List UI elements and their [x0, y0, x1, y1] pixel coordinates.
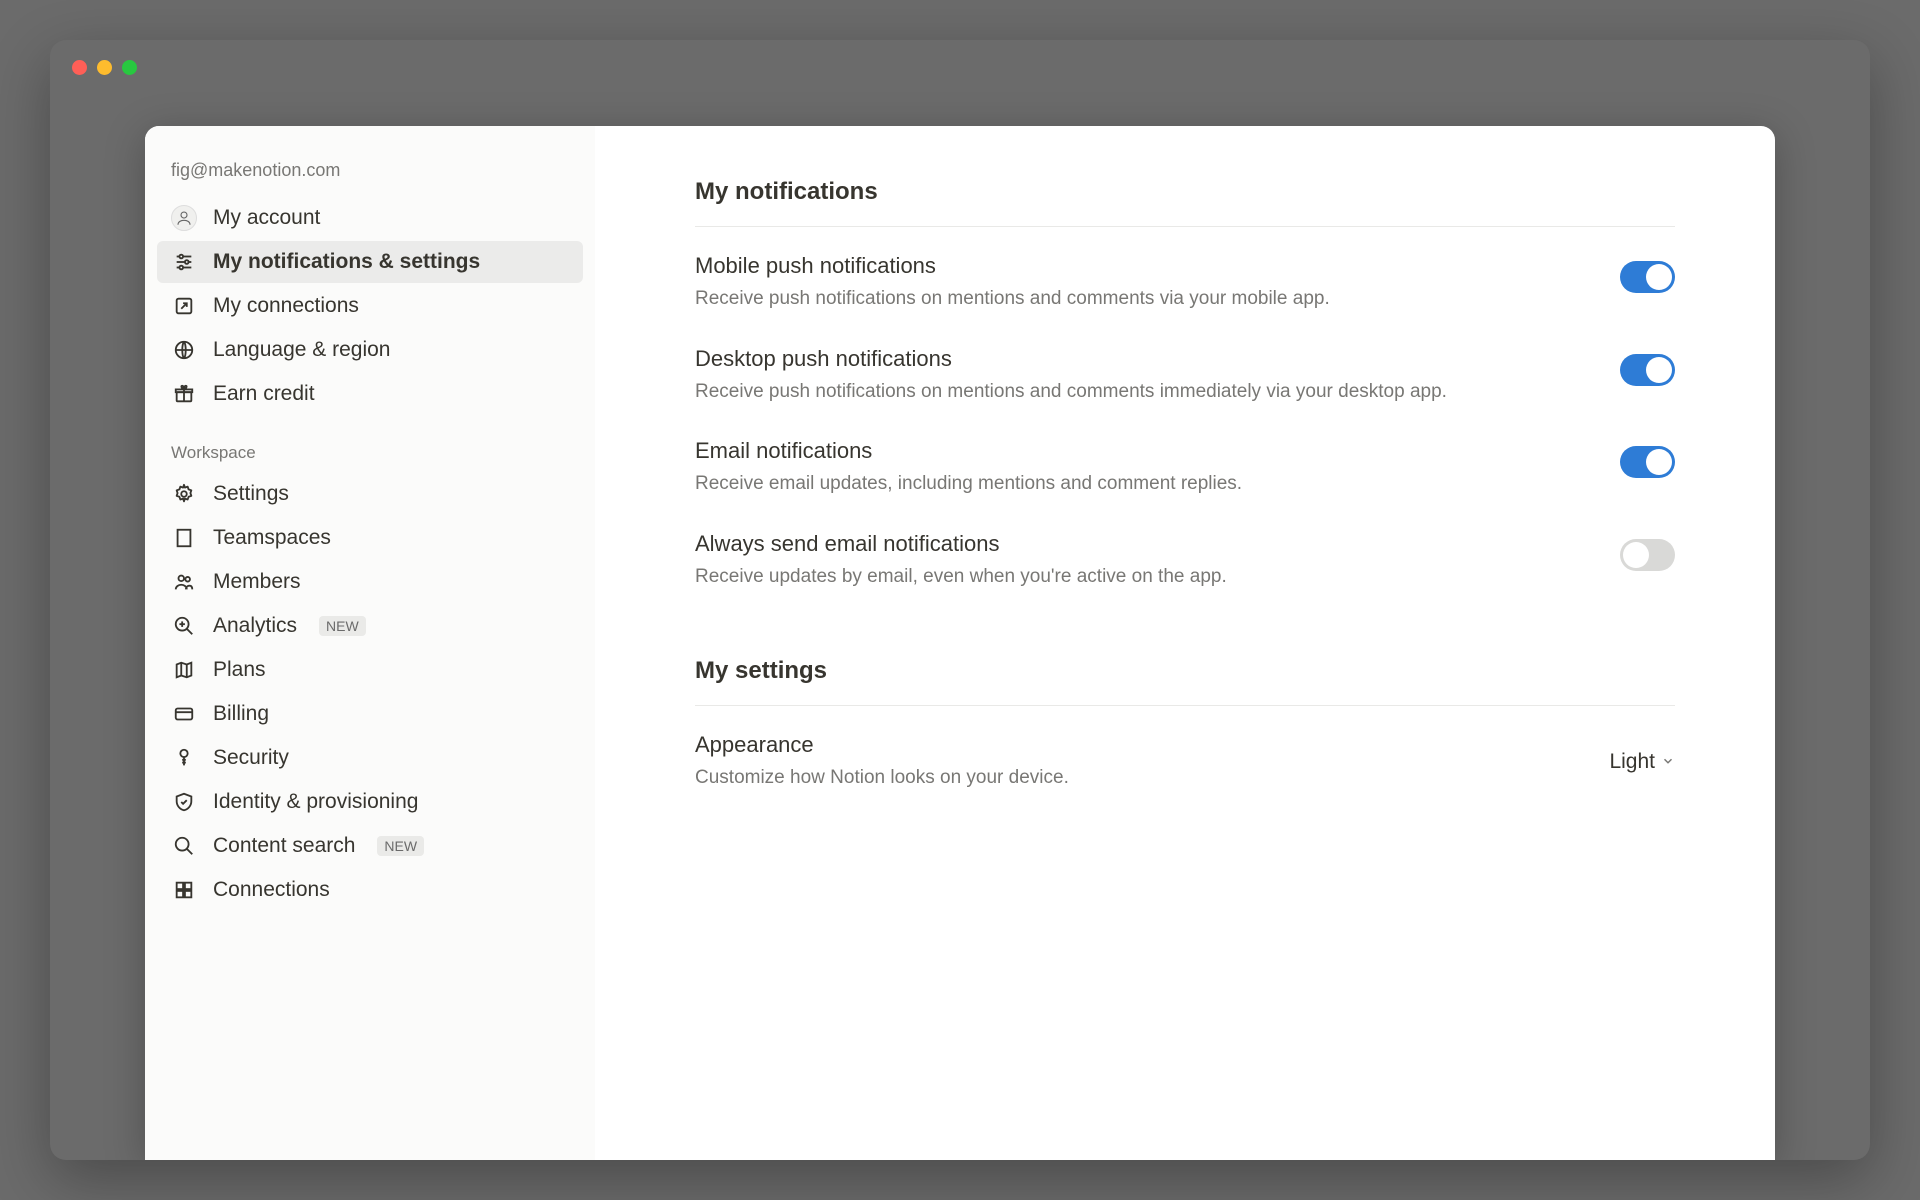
minimize-window-button[interactable] [97, 60, 112, 75]
setting-mobile-push: Mobile push notifications Receive push n… [695, 227, 1675, 320]
sidebar-item-label: Content search [213, 834, 355, 858]
sidebar-item-label: Analytics [213, 614, 297, 638]
maximize-window-button[interactable] [122, 60, 137, 75]
setting-description: Receive email updates, including mention… [695, 470, 1580, 499]
sidebar-item-label: My connections [213, 294, 359, 318]
toggle-always-email[interactable] [1620, 539, 1675, 571]
setting-label: Desktop push notifications [695, 346, 1580, 372]
sidebar-item-my-connections[interactable]: My connections [157, 285, 583, 327]
sidebar-item-teamspaces[interactable]: Teamspaces [157, 517, 583, 559]
sidebar-item-label: Settings [213, 482, 289, 506]
appearance-dropdown[interactable]: Light [1609, 750, 1675, 774]
sidebar-item-identity-provisioning[interactable]: Identity & provisioning [157, 781, 583, 823]
setting-email-notifications: Email notifications Receive email update… [695, 412, 1675, 505]
magnify-plus-icon [171, 613, 197, 639]
sidebar-item-plans[interactable]: Plans [157, 649, 583, 691]
close-window-button[interactable] [72, 60, 87, 75]
sidebar-item-label: Earn credit [213, 382, 315, 406]
setting-description: Receive push notifications on mentions a… [695, 378, 1580, 407]
setting-desktop-push: Desktop push notifications Receive push … [695, 320, 1675, 413]
toggle-email-notifications[interactable] [1620, 446, 1675, 478]
sidebar-item-label: My account [213, 206, 320, 230]
setting-always-email: Always send email notifications Receive … [695, 505, 1675, 598]
settings-modal: fig@makenotion.com My account My notific… [145, 126, 1775, 1160]
sidebar-item-content-search[interactable]: Content search NEW [157, 825, 583, 867]
users-icon [171, 569, 197, 595]
gear-icon [171, 481, 197, 507]
settings-sidebar: fig@makenotion.com My account My notific… [145, 126, 595, 1160]
toggle-desktop-push[interactable] [1620, 354, 1675, 386]
sidebar-item-label: Identity & provisioning [213, 790, 418, 814]
sidebar-item-label: My notifications & settings [213, 250, 480, 274]
sidebar-item-label: Security [213, 746, 289, 770]
sidebar-item-security[interactable]: Security [157, 737, 583, 779]
sidebar-item-label: Billing [213, 702, 269, 726]
setting-appearance: Appearance Customize how Notion looks on… [695, 706, 1675, 799]
avatar-icon [171, 205, 197, 231]
shield-check-icon [171, 789, 197, 815]
setting-description: Customize how Notion looks on your devic… [695, 764, 1569, 793]
setting-label: Appearance [695, 732, 1569, 758]
sidebar-item-analytics[interactable]: Analytics NEW [157, 605, 583, 647]
sidebar-email: fig@makenotion.com [157, 154, 583, 197]
sliders-icon [171, 249, 197, 275]
sidebar-item-notifications-settings[interactable]: My notifications & settings [157, 241, 583, 283]
sidebar-item-members[interactable]: Members [157, 561, 583, 603]
notifications-section-title: My notifications [695, 178, 1675, 227]
sidebar-item-label: Teamspaces [213, 526, 331, 550]
setting-description: Receive updates by email, even when you'… [695, 563, 1580, 592]
appearance-value: Light [1609, 750, 1655, 774]
sidebar-item-label: Members [213, 570, 301, 594]
sidebar-item-billing[interactable]: Billing [157, 693, 583, 735]
credit-card-icon [171, 701, 197, 727]
grid-icon [171, 877, 197, 903]
sidebar-workspace-header: Workspace [157, 417, 583, 473]
key-icon [171, 745, 197, 771]
new-badge: NEW [377, 836, 424, 856]
setting-label: Mobile push notifications [695, 253, 1580, 279]
sidebar-item-earn-credit[interactable]: Earn credit [157, 373, 583, 415]
settings-section-title: My settings [695, 657, 1675, 706]
map-icon [171, 657, 197, 683]
gift-icon [171, 381, 197, 407]
sidebar-item-label: Language & region [213, 338, 391, 362]
setting-description: Receive push notifications on mentions a… [695, 285, 1580, 314]
sidebar-item-settings[interactable]: Settings [157, 473, 583, 515]
sidebar-item-connections[interactable]: Connections [157, 869, 583, 911]
chevron-down-icon [1661, 750, 1675, 774]
settings-content: My notifications Mobile push notificatio… [595, 126, 1775, 1160]
sidebar-item-my-account[interactable]: My account [157, 197, 583, 239]
sidebar-item-language-region[interactable]: Language & region [157, 329, 583, 371]
new-badge: NEW [319, 616, 366, 636]
app-window: fig@makenotion.com My account My notific… [50, 40, 1870, 1160]
search-icon [171, 833, 197, 859]
sidebar-item-label: Plans [213, 658, 266, 682]
toggle-mobile-push[interactable] [1620, 261, 1675, 293]
external-link-icon [171, 293, 197, 319]
setting-label: Always send email notifications [695, 531, 1580, 557]
window-controls [72, 60, 137, 75]
sidebar-item-label: Connections [213, 878, 330, 902]
setting-label: Email notifications [695, 438, 1580, 464]
globe-icon [171, 337, 197, 363]
building-icon [171, 525, 197, 551]
